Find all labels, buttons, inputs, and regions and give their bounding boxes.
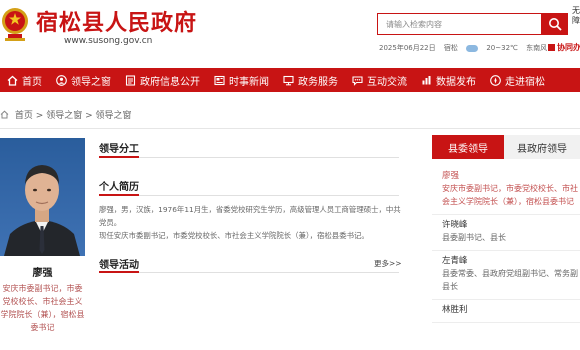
- weather-temperature: 20~32℃: [486, 44, 518, 52]
- monitor-icon: [283, 75, 294, 86]
- site-header: 宿松县人民政府 www.susong.gov.cn 请输入检索内容 无障 202…: [0, 0, 580, 68]
- nav-item-about[interactable]: 走进宿松: [483, 68, 552, 92]
- list-item[interactable]: 林胜利: [432, 300, 580, 323]
- compass-icon: [490, 74, 501, 86]
- main-nav: 首页 领导之窗 政府信息公开 时事新闻 政务服务 互动交流 数据发布 走进宿松: [0, 68, 580, 92]
- nav-item-services[interactable]: 政务服务: [276, 68, 345, 92]
- nav-item-news[interactable]: 时事新闻: [207, 68, 276, 92]
- home-icon: [7, 75, 18, 86]
- section-title-bio: 个人简历: [99, 182, 139, 193]
- nav-label: 数据发布: [436, 76, 476, 88]
- leader-list-name[interactable]: 左青峰: [442, 255, 580, 267]
- leader-list-position: 县委副书记、县长: [442, 233, 506, 242]
- leader-photo: [0, 138, 85, 256]
- more-link[interactable]: 更多>>: [374, 258, 402, 269]
- bio-paragraph: 现任安庆市委副书记，市委党校校长、市社会主义学院院长（兼），宿松县委书记。: [99, 231, 369, 240]
- search-input[interactable]: 请输入检索内容: [377, 13, 542, 35]
- leader-list-name[interactable]: 廖强: [442, 170, 580, 182]
- section-divider: [99, 194, 399, 196]
- current-date: 2025年06月22日: [379, 44, 436, 52]
- nav-item-gov-info[interactable]: 政府信息公开: [118, 68, 207, 92]
- nav-label: 首页: [22, 76, 42, 88]
- nav-label: 政务服务: [298, 76, 338, 88]
- accessibility-link[interactable]: 无障: [572, 6, 580, 26]
- document-icon: [125, 74, 136, 86]
- tab-county-government[interactable]: 县政府领导: [504, 135, 580, 159]
- list-item[interactable]: 许晓峰 县委副书记、县长: [432, 215, 580, 251]
- nav-item-interaction[interactable]: 互动交流: [345, 68, 414, 92]
- breadcrumb-level2[interactable]: 领导之窗: [96, 111, 132, 121]
- nav-label: 走进宿松: [505, 76, 545, 88]
- national-emblem-icon: [0, 4, 30, 44]
- leader-list: 廖强 安庆市委副书记，市委党校校长、市社会主义学院院长（兼），宿松县委书记 许晓…: [432, 166, 580, 323]
- cloud-icon: [466, 44, 479, 52]
- section-title-division: 领导分工: [99, 144, 139, 155]
- section-title-activities: 领导活动: [99, 260, 139, 271]
- site-url: www.susong.gov.cn: [64, 36, 153, 46]
- leader-list-position: 县委常委、县政府党组副书记、常务副县长: [442, 269, 578, 291]
- breadcrumb-separator: >: [35, 111, 44, 121]
- newspaper-icon: [214, 75, 225, 86]
- breadcrumb-home[interactable]: 首页: [15, 111, 33, 121]
- weather-wind: 东南风: [526, 44, 548, 52]
- leader-tabs: 县委领导 县政府领导: [432, 135, 580, 159]
- divider: [0, 128, 580, 129]
- search-icon: [549, 18, 562, 31]
- tab-county-committee[interactable]: 县委领导: [432, 135, 504, 159]
- leader-list-name[interactable]: 林胜利: [442, 304, 580, 316]
- list-item[interactable]: 廖强 安庆市委副书记，市委党校校长、市社会主义学院院长（兼），宿松县委书记: [432, 166, 580, 215]
- leader-list-name[interactable]: 许晓峰: [442, 219, 580, 231]
- collab-office-link[interactable]: 协同办: [548, 42, 580, 53]
- leader-title: 安庆市委副书记，市委党校校长、市社会主义学院院长（兼），宿松县委书记: [0, 284, 85, 332]
- nav-label: 时事新闻: [229, 76, 269, 88]
- collab-label: 协同办: [557, 43, 580, 52]
- section-divider: [99, 271, 399, 273]
- nav-item-home[interactable]: 首页: [0, 68, 49, 92]
- nav-item-leaders[interactable]: 领导之窗: [49, 68, 118, 92]
- site-title[interactable]: 宿松县人民政府: [36, 5, 197, 37]
- breadcrumb-level1[interactable]: 领导之窗: [46, 111, 82, 121]
- home-icon: [0, 110, 9, 119]
- bio-paragraph: 廖强，男，汉族，1976年11月生，省委党校研究生学历，高级管理人员工商管理硕士…: [99, 205, 401, 227]
- person-icon: [56, 74, 67, 86]
- breadcrumb: 首页 > 领导之窗 > 领导之窗: [0, 108, 132, 121]
- date-weather: 2025年06月22日 宿松 20~32℃ 东南风: [379, 43, 553, 53]
- leader-list-position: 安庆市委副书记，市委党校校长、市社会主义学院院长（兼），宿松县委书记: [442, 184, 578, 206]
- collab-icon: [548, 44, 555, 51]
- nav-label: 政府信息公开: [140, 76, 200, 88]
- bio-text: 廖强，男，汉族，1976年11月生，省委党校研究生学历，高级管理人员工商管理硕士…: [99, 203, 401, 242]
- weather-location: 宿松: [443, 44, 458, 52]
- search-button[interactable]: [542, 13, 568, 35]
- leader-name: 廖强: [32, 268, 53, 279]
- list-item[interactable]: 左青峰 县委常委、县政府党组副书记、常务副县长: [432, 251, 580, 300]
- breadcrumb-separator: >: [85, 111, 93, 121]
- nav-item-data[interactable]: 数据发布: [414, 68, 483, 92]
- nav-label: 互动交流: [367, 76, 407, 88]
- chat-icon: [352, 75, 363, 86]
- chart-icon: [421, 75, 432, 86]
- nav-label: 领导之窗: [71, 76, 111, 88]
- section-divider: [99, 156, 399, 158]
